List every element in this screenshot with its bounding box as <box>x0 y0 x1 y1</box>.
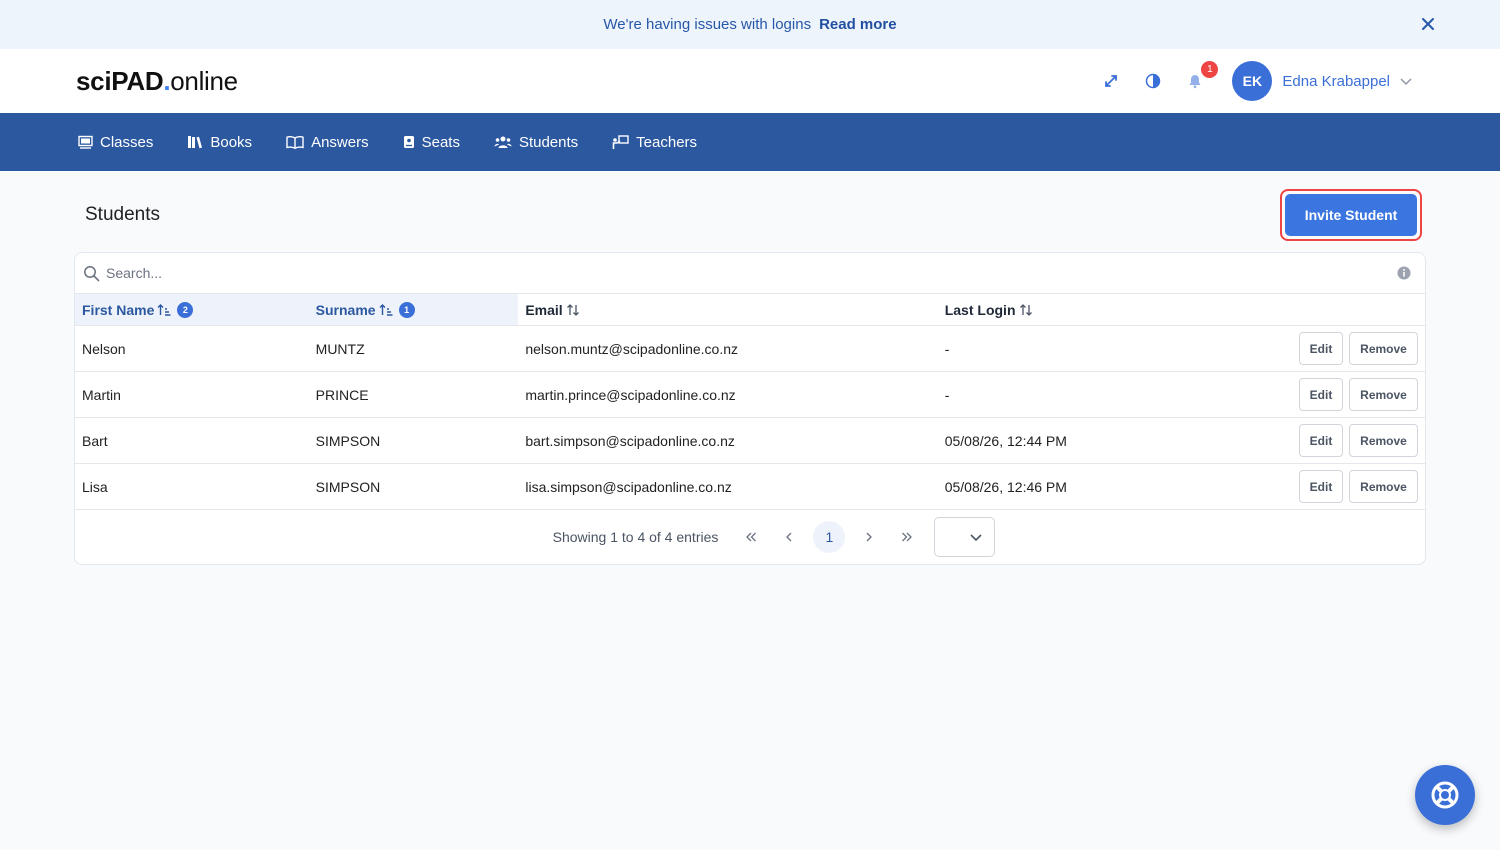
next-page-icon[interactable] <box>853 521 885 553</box>
cell-first-name: Lisa <box>82 478 108 495</box>
nav-item-answers[interactable]: Answers <box>286 134 369 151</box>
edit-button[interactable]: Edit <box>1299 332 1343 365</box>
remove-button[interactable]: Remove <box>1349 470 1418 503</box>
users-icon <box>494 136 512 148</box>
cell-surname: SIMPSON <box>315 478 381 495</box>
column-header-email[interactable]: Email <box>518 294 937 325</box>
pagination: Showing 1 to 4 of 4 entries 1 <box>75 510 1425 564</box>
cell-email: nelson.muntz@scipadonline.co.nz <box>525 340 739 357</box>
rows-per-page-select[interactable] <box>934 517 996 557</box>
app-header: sciPAD.online 1 EK Edna Krabappel <box>0 49 1500 113</box>
fullscreen-icon[interactable] <box>1100 70 1122 92</box>
sort-icon <box>566 303 579 316</box>
table-row: Martin PRINCE martin.prince@scipadonline… <box>75 372 1425 418</box>
open-book-icon <box>286 136 304 149</box>
cell-first-name: Nelson <box>82 340 126 357</box>
sort-order-badge: 1 <box>398 301 415 318</box>
edit-button[interactable]: Edit <box>1299 424 1343 457</box>
announcement-banner: We're having issues with logins Read mor… <box>0 0 1500 49</box>
sort-icon <box>1019 303 1032 316</box>
app-logo[interactable]: sciPAD.online <box>76 66 238 97</box>
id-badge-icon <box>403 136 414 148</box>
lifebuoy-icon <box>1431 781 1459 809</box>
cell-first-name: Martin <box>82 386 121 403</box>
search-input[interactable] <box>106 253 1386 293</box>
nav-item-teachers[interactable]: Teachers <box>612 134 697 151</box>
search-icon <box>83 265 100 287</box>
table-row: Bart SIMPSON bart.simpson@scipadonline.c… <box>75 418 1425 464</box>
table-row: Lisa SIMPSON lisa.simpson@scipadonline.c… <box>75 464 1425 510</box>
notification-bell-icon[interactable]: 1 <box>1184 61 1219 92</box>
pagination-info: Showing 1 to 4 of 4 entries <box>552 529 719 545</box>
chevron-down-icon[interactable] <box>1398 73 1414 89</box>
teacher-icon <box>612 134 629 149</box>
sort-ascending-icon <box>157 303 171 316</box>
table-header: First Name 2 Surname 1 Email Last Login <box>75 294 1425 326</box>
nav-item-books[interactable]: Books <box>187 134 252 151</box>
nav-item-seats[interactable]: Seats <box>403 134 460 151</box>
table-search-row <box>75 253 1425 294</box>
previous-page-icon[interactable] <box>773 521 805 553</box>
sort-order-badge: 2 <box>177 301 194 318</box>
chevron-down-icon <box>970 534 982 542</box>
info-icon[interactable] <box>1397 266 1411 285</box>
edit-button[interactable]: Edit <box>1299 378 1343 411</box>
cell-email: bart.simpson@scipadonline.co.nz <box>525 432 735 449</box>
column-header-surname[interactable]: Surname 1 <box>308 294 519 325</box>
edit-button[interactable]: Edit <box>1299 470 1343 503</box>
cell-email: martin.prince@scipadonline.co.nz <box>525 386 736 403</box>
banner-close-icon[interactable] <box>1418 14 1438 34</box>
cell-surname: PRINCE <box>315 386 369 403</box>
user-name[interactable]: Edna Krabappel <box>1282 73 1390 90</box>
page-header: Students Invite Student <box>0 171 1500 253</box>
last-page-icon[interactable] <box>891 521 923 553</box>
first-page-icon[interactable] <box>735 521 767 553</box>
table-row: Nelson MUNTZ nelson.muntz@scipadonline.c… <box>75 326 1425 372</box>
column-header-last-login[interactable]: Last Login <box>938 294 1425 325</box>
page-title: Students <box>85 204 160 225</box>
students-table-card: First Name 2 Surname 1 Email Last Login … <box>74 252 1426 565</box>
invite-student-button[interactable]: Invite Student <box>1285 194 1417 236</box>
notification-count-badge: 1 <box>1201 61 1219 78</box>
nav-item-students[interactable]: Students <box>494 134 578 151</box>
remove-button[interactable]: Remove <box>1349 332 1418 365</box>
cell-first-name: Bart <box>82 432 108 449</box>
cell-surname: MUNTZ <box>315 340 365 357</box>
invite-highlight: Invite Student <box>1280 189 1422 241</box>
cell-surname: SIMPSON <box>315 432 381 449</box>
user-avatar[interactable]: EK <box>1232 61 1273 101</box>
help-lifebuoy-button[interactable] <box>1415 765 1475 825</box>
sort-ascending-icon <box>379 303 393 316</box>
remove-button[interactable]: Remove <box>1349 424 1418 457</box>
classes-icon <box>78 135 93 149</box>
remove-button[interactable]: Remove <box>1349 378 1418 411</box>
page-button-current[interactable]: 1 <box>813 521 846 553</box>
theme-toggle-icon[interactable] <box>1142 70 1164 92</box>
cell-email: lisa.simpson@scipadonline.co.nz <box>525 478 732 495</box>
banner-read-more-link[interactable]: Read more <box>819 16 897 33</box>
nav-item-classes[interactable]: Classes <box>78 134 153 151</box>
main-nav: Classes Books Answers Seats Students Tea… <box>0 113 1500 171</box>
column-header-first-name[interactable]: First Name 2 <box>75 294 309 325</box>
books-icon <box>188 136 203 149</box>
banner-message: We're having issues with logins <box>603 16 812 33</box>
